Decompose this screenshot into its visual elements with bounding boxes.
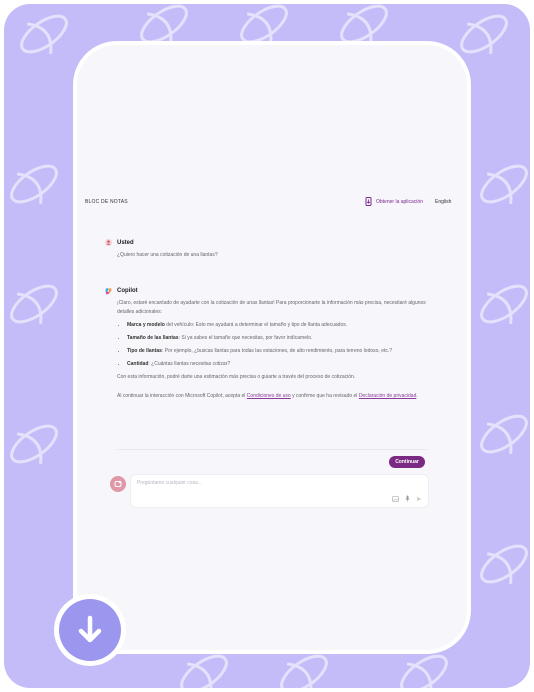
user-icon [105,239,112,246]
download-arrow-icon [78,615,102,643]
send-icon[interactable] [416,496,422,502]
copilot-name: Copilot [117,287,138,294]
language-toggle[interactable]: English [435,199,451,205]
copilot-logo-icon [105,287,112,294]
download-button[interactable] [54,594,126,666]
list-item: Cantidad: ¿Cuántas llantas necesitas cot… [127,360,435,369]
continue-button[interactable]: Continuar [389,456,425,468]
app-window: BLOC DE NOTAS Obtener la aplicación Engl… [77,45,467,650]
get-app-link[interactable]: Obtener la aplicación [365,197,423,206]
microphone-icon[interactable] [405,495,410,502]
get-app-label: Obtener la aplicación [376,198,423,205]
copilot-text: ¡Claro, estaré encantado de ayudarte con… [117,299,435,401]
user-name: Usted [117,239,134,246]
user-sender: Usted [105,239,435,246]
outer-frame: BLOC DE NOTAS Obtener la aplicación Engl… [4,4,530,688]
phone-download-icon [365,197,372,206]
user-text: ¿Quiero hacer una cotización de una llan… [117,252,218,258]
copilot-list: Marca y modelo del vehículo: Esto me ayu… [117,321,435,369]
list-item: Tipo de llantas: Por ejemplo, ¿buscas ll… [127,347,435,356]
list-item: Tamaño de las llantas: Si ya sabes el ta… [127,334,435,343]
chat-input-placeholder[interactable]: Pregúntame cualquier cosa... [137,480,202,486]
privacy-link[interactable]: Declaración de privacidad [359,393,417,399]
composer-tools [392,495,422,502]
notes-tab[interactable]: BLOC DE NOTAS [85,199,128,205]
copilot-message: Copilot ¡Claro, estaré encantado de ayud… [105,287,435,401]
download-button-inner [59,599,121,661]
user-message: Usted ¿Quiero hacer una cotización de un… [105,239,435,260]
new-chat-icon[interactable] [110,476,126,492]
divider [117,449,427,450]
chat-composer[interactable]: Pregúntame cualquier cosa... [130,474,429,508]
copilot-sender: Copilot [105,287,435,294]
copilot-outro: Con esta información, podré darte una es… [117,374,356,380]
terms-link[interactable]: Condiciones de uso [247,393,291,399]
image-icon[interactable] [392,495,399,502]
copilot-intro: ¡Claro, estaré encantado de ayudarte con… [117,300,426,315]
list-item: Marca y modelo del vehículo: Esto me ayu… [127,321,435,330]
top-bar: BLOC DE NOTAS Obtener la aplicación Engl… [77,195,467,213]
terms-notice: Al continuar la interacción con Microsof… [117,393,418,399]
